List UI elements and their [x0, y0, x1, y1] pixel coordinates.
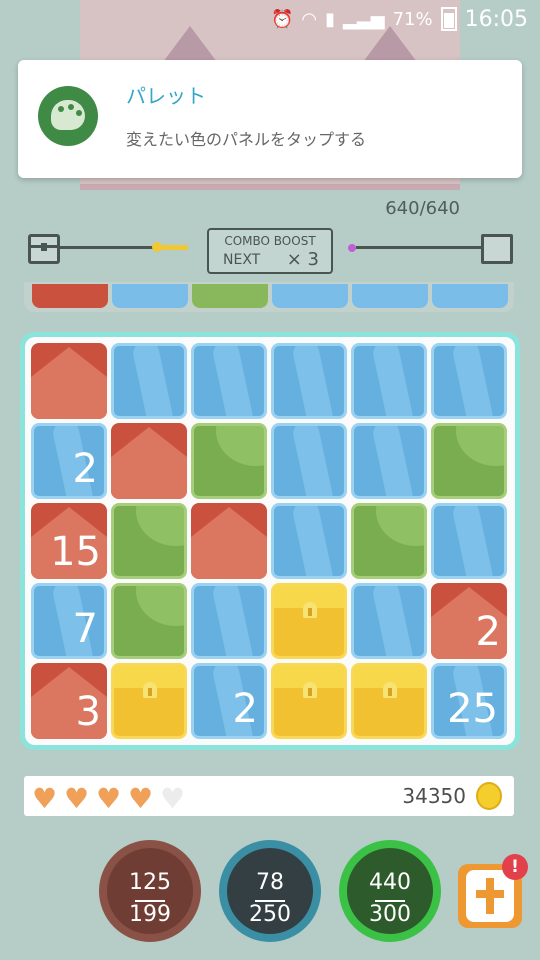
- heart-icon: ♥: [128, 782, 154, 815]
- blue-tile[interactable]: [351, 583, 427, 659]
- notification-body: 変えたい色のパネルをタップする: [126, 130, 367, 149]
- hp-counter: 640/640: [385, 198, 460, 219]
- preview-tile-blue: [272, 284, 348, 308]
- keyhole-icon: [303, 682, 317, 698]
- preview-tile-green: [192, 284, 268, 308]
- red-tile[interactable]: 2: [431, 583, 507, 659]
- battery-percent: 71%: [392, 8, 433, 30]
- status-bar: ⏰ ◠ ▮ ▂▃▅ 71% 16:05: [0, 0, 540, 38]
- combo-boost-panel: COMBO BOOST NEXT × 3: [207, 228, 333, 274]
- blue-tile[interactable]: [191, 583, 267, 659]
- right-progress-track: [356, 246, 482, 249]
- red-tile[interactable]: [111, 423, 187, 499]
- goal-box-icon: [481, 234, 513, 264]
- blue-tile[interactable]: [431, 343, 507, 419]
- wifi-icon: ◠: [301, 8, 318, 30]
- green-tile[interactable]: [111, 583, 187, 659]
- blue-tile[interactable]: [111, 343, 187, 419]
- green-tile[interactable]: [191, 423, 267, 499]
- blue-tile[interactable]: 7: [31, 583, 107, 659]
- game-board: 2 15 7 2 3 2 25: [20, 332, 520, 750]
- tile-count: 15: [50, 529, 101, 575]
- right-progress-knob: [348, 244, 356, 252]
- lives-bar: ♥ ♥ ♥ ♥ ♥ 34350: [24, 776, 514, 816]
- red-tile[interactable]: 3: [31, 663, 107, 739]
- blue-tile[interactable]: 25: [431, 663, 507, 739]
- left-progress-knob: [152, 242, 162, 252]
- red-stat-current: 125: [129, 870, 171, 895]
- heart-icon: ♥: [64, 782, 90, 815]
- red-stat-max: 199: [129, 902, 171, 927]
- yellow-tile[interactable]: [111, 663, 187, 739]
- chest-icon: [28, 234, 60, 264]
- blue-tile[interactable]: [351, 423, 427, 499]
- coin-count: 34350: [402, 784, 466, 808]
- green-stat-max: 300: [369, 902, 411, 927]
- blue-tile[interactable]: [271, 343, 347, 419]
- green-tile[interactable]: [111, 503, 187, 579]
- blue-stat-max: 250: [249, 902, 291, 927]
- alert-badge: !: [502, 854, 528, 880]
- yellow-tile[interactable]: [271, 663, 347, 739]
- left-progress-fill: [158, 245, 188, 250]
- sim-icon: ▮: [325, 8, 336, 30]
- preview-tile-red: [32, 284, 108, 308]
- coin-icon: [476, 782, 502, 810]
- tile-count: 2: [72, 446, 98, 492]
- keyhole-icon: [303, 602, 317, 618]
- red-tile[interactable]: 15: [31, 503, 107, 579]
- red-stat-button[interactable]: 125 199: [99, 840, 201, 942]
- yellow-tile[interactable]: [351, 663, 427, 739]
- preview-tile-blue: [352, 284, 428, 308]
- heart-icon: ♥: [32, 782, 58, 815]
- green-stat-current: 440: [369, 870, 411, 895]
- green-stat-button[interactable]: 440 300: [339, 840, 441, 942]
- battery-icon: [440, 7, 457, 31]
- combo-multiplier: × 3: [286, 249, 319, 270]
- blue-tile[interactable]: 2: [191, 663, 267, 739]
- combo-next-label: NEXT: [223, 252, 261, 268]
- keyhole-icon: [143, 682, 157, 698]
- blue-tile[interactable]: [271, 423, 347, 499]
- combo-boost-title: COMBO BOOST: [224, 234, 316, 248]
- tile-count: 3: [75, 689, 101, 735]
- signal-icon: ▂▃▅: [343, 8, 385, 30]
- clock: 16:05: [464, 6, 528, 32]
- blue-tile[interactable]: [271, 503, 347, 579]
- tile-count: 2: [475, 609, 501, 655]
- notification-title: パレット: [126, 84, 206, 108]
- blue-tile[interactable]: [191, 343, 267, 419]
- preview-tile-blue: [112, 284, 188, 308]
- red-tile[interactable]: [191, 503, 267, 579]
- heart-icon: ♥: [96, 782, 122, 815]
- green-tile[interactable]: [351, 503, 427, 579]
- tile-count: 2: [232, 686, 258, 732]
- palette-icon: [38, 86, 98, 146]
- heart-icon: ♥: [160, 782, 186, 815]
- blue-stat-current: 78: [256, 870, 284, 895]
- blue-tile[interactable]: [431, 503, 507, 579]
- alarm-icon: ⏰: [271, 8, 294, 30]
- preview-tile-blue: [432, 284, 508, 308]
- tile-count: 25: [447, 686, 498, 732]
- blue-stat-button[interactable]: 78 250: [219, 840, 321, 942]
- green-tile[interactable]: [431, 423, 507, 499]
- blue-tile[interactable]: [351, 343, 427, 419]
- blue-tile[interactable]: 2: [31, 423, 107, 499]
- board-grid: 2 15 7 2 3 2 25: [25, 337, 515, 745]
- palette-notification[interactable]: パレット 変えたい色のパネルをタップする: [18, 60, 522, 178]
- red-tile[interactable]: [31, 343, 107, 419]
- keyhole-icon: [383, 682, 397, 698]
- tile-count: 7: [72, 606, 98, 652]
- yellow-tile[interactable]: [271, 583, 347, 659]
